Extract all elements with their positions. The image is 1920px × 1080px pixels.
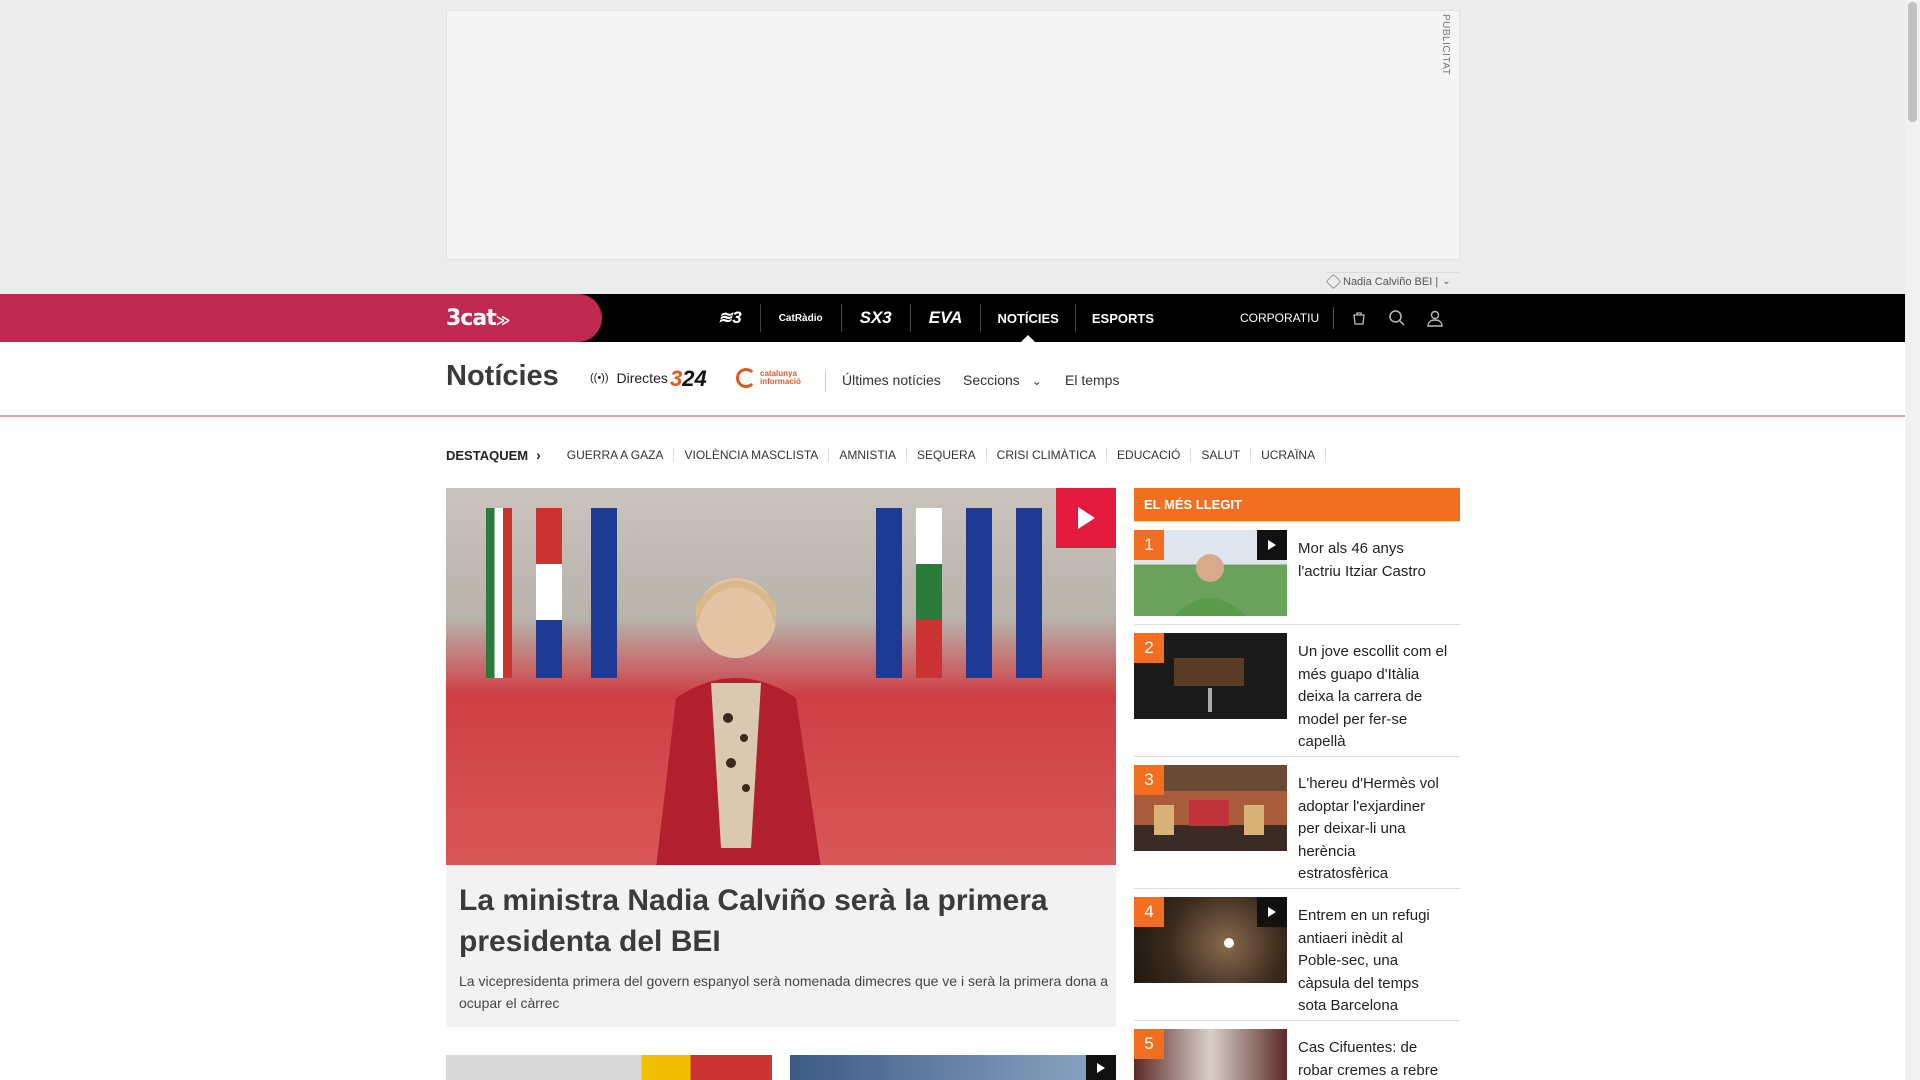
link-seccions[interactable]: Seccions ⌄ xyxy=(963,372,1042,388)
play-icon[interactable] xyxy=(1257,530,1287,560)
item-title[interactable]: L'hereu d'Hermès vol adoptar l'exjardine… xyxy=(1298,773,1448,886)
user-icon[interactable] xyxy=(1416,294,1454,342)
ad-tag-text: Nadia Calviño BEI | xyxy=(1343,275,1439,288)
ad-tag[interactable]: Nadia Calviño BEI | ⌄ xyxy=(1325,272,1460,290)
item-title[interactable]: Cas Cifuentes: de robar cremes a rebre 3… xyxy=(1298,1037,1448,1080)
corporatiu-link[interactable]: CORPORATIU xyxy=(1240,307,1335,329)
live-icon: ((•)) xyxy=(590,372,609,384)
rank-badge: 5 xyxy=(1134,1029,1164,1059)
play-icon[interactable] xyxy=(1257,897,1287,927)
channel-catradio[interactable]: CatRàdio xyxy=(761,304,842,332)
flag-shape xyxy=(916,508,942,678)
ci-logo-text: catalunya informació xyxy=(760,369,801,386)
most-read-panel: EL MÉS LLEGIT 1 Mor als 46 anys l'actriu… xyxy=(1134,488,1460,1080)
nav-right: CORPORATIU xyxy=(1240,294,1454,342)
most-read-item[interactable]: 4 Entrem en un refugi antiaeri inèdit al… xyxy=(1134,889,1460,1021)
search-icon[interactable] xyxy=(1378,294,1416,342)
ad-band: PUBLICITAT Nadia Calviño BEI | ⌄ xyxy=(0,0,1905,294)
featured-topics: DESTAQUEM › GUERRA A GAZA VIOLÈNCIA MASC… xyxy=(446,446,1327,464)
section-header: Notícies ((•)) Directes 324 catalunya in… xyxy=(0,342,1905,417)
rank-badge: 1 xyxy=(1134,530,1164,560)
article-thumbnail[interactable] xyxy=(446,1055,772,1080)
main-article-title[interactable]: La ministra Nadia Calviño serà la primer… xyxy=(459,880,1099,962)
topic-link[interactable]: EDUCACIÓ xyxy=(1107,448,1192,462)
link-el-temps[interactable]: El temps xyxy=(1065,372,1119,388)
most-read-title: EL MÉS LLEGIT xyxy=(1134,488,1460,522)
play-icon xyxy=(1078,507,1095,529)
rank-badge: 3 xyxy=(1134,765,1164,795)
play-button[interactable] xyxy=(1056,488,1116,548)
live-button[interactable]: ((•)) Directes xyxy=(590,370,668,386)
scrollbar-thumb[interactable] xyxy=(1908,2,1917,122)
most-read-item[interactable]: 2 Un jove escollit com el més guapo d'It… xyxy=(1134,625,1460,757)
channel-tv3[interactable]: ≋3 xyxy=(700,304,761,332)
topic-link[interactable]: AMNISTIA xyxy=(829,448,907,462)
topic-link[interactable]: CRISI CLIMÀTICA xyxy=(987,448,1108,462)
topic-link[interactable]: GUERRA A GAZA xyxy=(557,448,675,462)
main-article-image[interactable] xyxy=(446,488,1116,865)
item-title[interactable]: Entrem en un refugi antiaeri inèdit al P… xyxy=(1298,905,1448,1018)
flag-shape xyxy=(1016,508,1042,678)
channel-sx3[interactable]: SX3 xyxy=(842,304,911,332)
article-thumbnail[interactable] xyxy=(790,1055,1116,1080)
most-read-item[interactable]: 5 Cas Cifuentes: de robar cremes a rebre… xyxy=(1134,1021,1460,1080)
main-article[interactable]: La ministra Nadia Calviño serà la primer… xyxy=(446,488,1116,1027)
most-read-item[interactable]: 1 Mor als 46 anys l'actriu Itziar Castro xyxy=(1134,522,1460,625)
ad-slot[interactable] xyxy=(446,10,1460,260)
ci-circle-icon xyxy=(736,368,756,388)
play-icon[interactable] xyxy=(1086,1055,1116,1080)
chevron-down-icon: ⌄ xyxy=(1442,276,1451,287)
channel-list: ≋3 CatRàdio SX3 EVA NOTÍCIES ESPORTS xyxy=(700,294,1170,342)
nav-esports[interactable]: ESPORTS xyxy=(1076,304,1170,332)
tag-icon xyxy=(1325,273,1342,290)
scrollbar[interactable] xyxy=(1905,0,1920,1080)
live-label: Directes xyxy=(616,370,668,386)
person-figure xyxy=(656,578,821,865)
topic-link[interactable]: VIOLÈNCIA MASCLISTA xyxy=(674,448,830,462)
brand-bar xyxy=(0,294,602,342)
item-title[interactable]: Mor als 46 anys l'actriu Itziar Castro xyxy=(1298,538,1448,583)
shopping-bag-icon[interactable] xyxy=(1340,294,1378,342)
most-read-item[interactable]: 3 L'hereu d'Hermès vol adoptar l'exjardi… xyxy=(1134,757,1460,889)
page: PUBLICITAT Nadia Calviño BEI | ⌄ 3cat≫ ≋… xyxy=(0,0,1905,1080)
link-ultimes-noticies[interactable]: Últimes notícies xyxy=(842,372,941,388)
divider xyxy=(825,370,826,392)
item-title[interactable]: Un jove escollit com el més guapo d'Itàl… xyxy=(1298,641,1448,754)
section-title[interactable]: Notícies xyxy=(446,360,559,393)
chevron-down-icon: ⌄ xyxy=(1031,374,1042,388)
flag-shape xyxy=(876,508,902,678)
ad-label: PUBLICITAT xyxy=(1440,14,1451,76)
flag-shape xyxy=(966,508,992,678)
3cat-logo[interactable]: 3cat≫ xyxy=(446,306,510,331)
topic-link[interactable]: UCRAÏNA xyxy=(1251,448,1327,462)
flag-shape xyxy=(536,508,562,678)
top-nav: 3cat≫ ≋3 CatRàdio SX3 EVA NOTÍCIES ESPOR… xyxy=(0,294,1905,342)
chevron-right-icon: › xyxy=(536,447,541,463)
catalunya-informacio-logo[interactable]: catalunya informació xyxy=(736,368,808,388)
flag-shape xyxy=(591,508,617,678)
rank-badge: 4 xyxy=(1134,897,1164,927)
topic-link[interactable]: SEQUERA xyxy=(907,448,987,462)
channel-eva[interactable]: EVA xyxy=(911,304,982,332)
featured-title[interactable]: DESTAQUEM › xyxy=(446,447,541,463)
main-article-summary: La vicepresidenta primera del govern esp… xyxy=(459,973,1109,1011)
rank-badge: 2 xyxy=(1134,633,1164,663)
nav-noticies[interactable]: NOTÍCIES xyxy=(981,304,1076,342)
324-logo[interactable]: 324 xyxy=(670,366,707,392)
flag-shape xyxy=(486,508,512,678)
topic-link[interactable]: SALUT xyxy=(1191,448,1252,462)
